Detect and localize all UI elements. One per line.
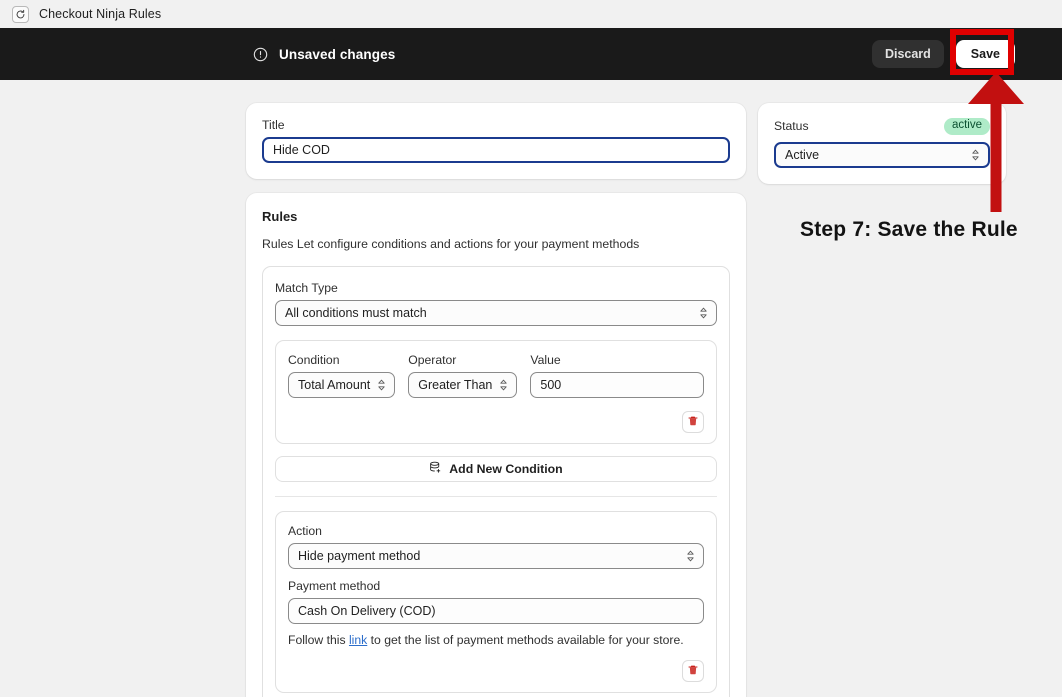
value-input[interactable] (530, 372, 704, 398)
trash-icon (687, 415, 699, 430)
condition-value: Total Amount (298, 378, 370, 392)
condition-delete-row (288, 411, 704, 433)
trash-icon (687, 664, 699, 679)
help-suffix: to get the list of payment methods avail… (367, 633, 683, 647)
action-value: Hide payment method (298, 549, 420, 563)
annotation-arrow-icon (958, 60, 1038, 220)
action-delete-row (288, 660, 704, 682)
section-divider (275, 496, 717, 497)
discard-button[interactable]: Discard (872, 40, 944, 68)
app-strip: Checkout Ninja Rules (0, 0, 1062, 28)
info-circle-icon (253, 47, 268, 62)
action-box: Action Hide payment method Payment metho… (275, 511, 717, 693)
delete-action-button[interactable] (682, 660, 704, 682)
title-label: Title (262, 118, 730, 132)
page-content: Title Rules Rules Let configure conditio… (0, 80, 1062, 103)
operator-field: Operator Greater Than (408, 353, 517, 398)
chevron-updown-icon (686, 550, 695, 563)
operator-select[interactable]: Greater Than (408, 372, 517, 398)
rules-card: Rules Rules Let configure conditions and… (246, 193, 746, 697)
chevron-updown-icon (699, 307, 708, 320)
chevron-updown-icon (377, 379, 386, 392)
database-plus-icon (429, 461, 442, 477)
condition-field: Condition Total Amount (288, 353, 395, 398)
action-label: Action (288, 524, 704, 538)
add-new-condition-label: Add New Condition (449, 462, 562, 476)
unsaved-changes-bar: Unsaved changes Discard Save (0, 28, 1062, 80)
chevron-updown-icon (499, 379, 508, 392)
title-card: Title (246, 103, 746, 179)
status-select-value: Active (785, 148, 819, 162)
payment-method-input[interactable] (288, 598, 704, 624)
title-input[interactable] (262, 137, 730, 163)
save-button-highlight-box (950, 29, 1014, 75)
condition-row: Condition Total Amount (288, 353, 704, 398)
match-type-label: Match Type (275, 281, 717, 295)
add-new-condition-button[interactable]: Add New Condition (275, 456, 717, 482)
payment-methods-link[interactable]: link (349, 633, 367, 647)
delete-condition-button[interactable] (682, 411, 704, 433)
rules-heading: Rules (262, 209, 730, 224)
value-field: Value (530, 353, 704, 398)
unsaved-changes-label: Unsaved changes (279, 47, 395, 62)
refresh-circle-icon (12, 6, 29, 23)
app-title: Checkout Ninja Rules (39, 7, 161, 21)
condition-row-box: Condition Total Amount (275, 340, 717, 444)
status-label: Status (774, 119, 809, 133)
payment-method-help: Follow this link to get the list of paym… (288, 633, 704, 647)
payment-method-field: Payment method (288, 579, 704, 624)
rules-description: Rules Let configure conditions and actio… (262, 237, 730, 251)
unsaved-changes-message: Unsaved changes (253, 47, 395, 62)
action-select[interactable]: Hide payment method (288, 543, 704, 569)
match-type-select[interactable]: All conditions must match (275, 300, 717, 326)
match-type-value: All conditions must match (285, 306, 427, 320)
main-column: Title Rules Rules Let configure conditio… (246, 103, 746, 697)
help-prefix: Follow this (288, 633, 349, 647)
payment-method-label: Payment method (288, 579, 704, 593)
condition-label: Condition (288, 353, 395, 367)
value-label: Value (530, 353, 704, 367)
annotation-step-text: Step 7: Save the Rule (800, 218, 1018, 242)
rules-inner-box: Match Type All conditions must match (262, 266, 730, 697)
condition-select[interactable]: Total Amount (288, 372, 395, 398)
operator-value: Greater Than (418, 378, 492, 392)
operator-label: Operator (408, 353, 517, 367)
